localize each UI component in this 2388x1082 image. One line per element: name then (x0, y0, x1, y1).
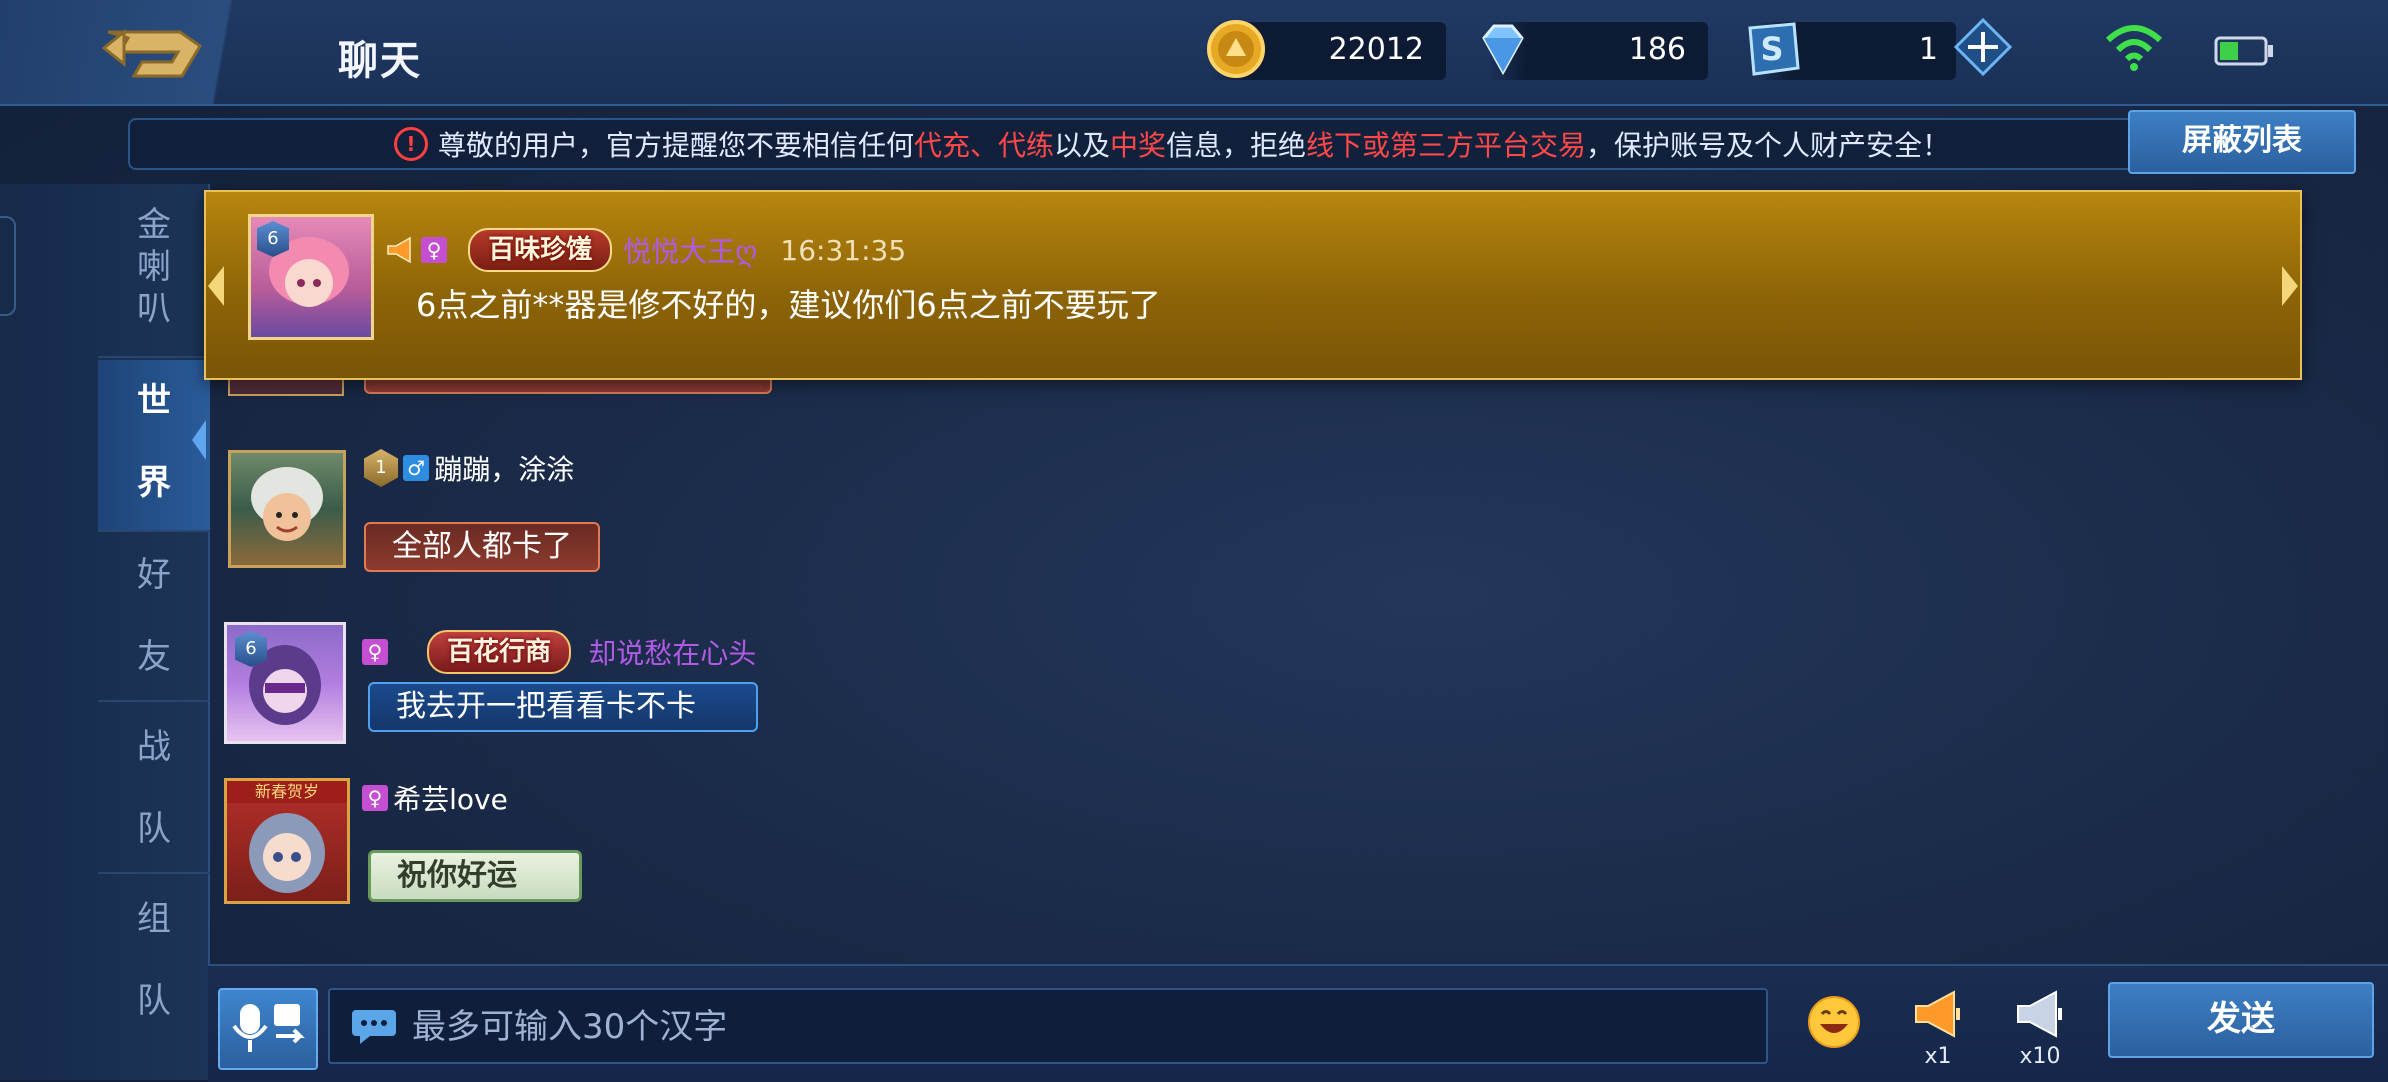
tab-label: 友 (137, 637, 171, 677)
message-bubble: 我去开一把看看卡不卡 (368, 682, 758, 732)
notice-text: ，保护账号及个人财产安全！ (1586, 129, 1951, 162)
notice-text: 以及 (1053, 129, 1110, 162)
tab-label: 金 (137, 205, 171, 245)
ticket-amount: 1 (1918, 32, 1938, 67)
notice-highlight: 线下或第三方平台交易 (1306, 129, 1587, 162)
popup-header: ♀ 百味珍馐 悦悦大王ღ 16:31:35 (386, 228, 906, 272)
notice-highlight: 中奖 (1109, 129, 1166, 162)
avatar[interactable]: 新春贺岁 (224, 778, 350, 904)
chevron-left-icon (192, 420, 206, 460)
message-time: 16:31:35 (780, 233, 907, 267)
tab-label: 战 (137, 727, 171, 767)
gender-female-icon: ♀ (362, 639, 388, 665)
tab-gold-horn[interactable]: 金 喇 叭 (98, 190, 210, 358)
message-bubble: 全部人都卡了 (364, 522, 600, 572)
warning-icon: ! (393, 127, 428, 161)
tab-friends[interactable]: 好 友 (98, 534, 210, 702)
avatar[interactable] (228, 450, 346, 568)
gender-female-icon: ♀ (421, 237, 448, 263)
avatar[interactable]: 6 (224, 622, 346, 744)
username[interactable]: 却说愁在心头 (588, 637, 756, 670)
svg-text:S: S (1760, 30, 1783, 68)
gold-horn-icon (1915, 990, 1960, 1038)
battery-icon (2214, 36, 2273, 66)
horn-icon (387, 236, 411, 264)
chat-message: 6 ♀ 百花行商 却说愁在心头 我去开一把看看卡不卡 (222, 620, 1122, 750)
gold-horn-popup[interactable]: 6 ♀ 百味珍馐 悦悦大王ღ 16:31:35 6点之前**器是修不好的，建议你… (204, 190, 2302, 380)
message-bubble: 祝你好运 (368, 850, 582, 902)
chevron-left-icon (208, 266, 224, 306)
tab-team[interactable]: 战 队 (98, 706, 210, 874)
send-button[interactable]: 发送 (2108, 982, 2374, 1058)
smiley-icon (1808, 996, 1860, 1048)
back-arrow-icon (101, 28, 203, 78)
silver-horn-icon (2017, 990, 2062, 1038)
message-header: ♀ 希芸love (362, 778, 508, 818)
title-badge: 百味珍馐 (468, 228, 613, 272)
chat-bubble-icon (352, 1010, 396, 1044)
ticket-icon: S (1748, 22, 1800, 76)
diamond-amount: 186 (1628, 32, 1686, 67)
block-list-button[interactable]: 屏蔽列表 (2128, 110, 2356, 174)
emoji-button[interactable] (1806, 994, 1862, 1050)
username[interactable]: 蹦蹦，涂涂 (434, 453, 574, 486)
wifi-icon (2105, 25, 2163, 71)
tab-label: 叭 (137, 289, 171, 329)
back-button[interactable] (0, 0, 310, 104)
hero-portrait-icon (251, 467, 323, 541)
gold-coin-icon (1207, 20, 1265, 78)
microphone-icon (232, 1004, 305, 1052)
avatar-frame-label: 新春贺岁 (227, 781, 347, 803)
tab-label: 喇 (137, 247, 171, 287)
gold-amount: 22012 (1328, 32, 1424, 67)
diamond-icon (1482, 24, 1524, 76)
large-horn-button[interactable]: x10 (2008, 988, 2072, 1076)
chevron-right-icon (2282, 266, 2298, 306)
level-badge: 6 (235, 631, 267, 667)
small-horn-button[interactable]: x1 (1908, 988, 1968, 1076)
chat-message: 1 ♂ 蹦蹦，涂涂 全部人都卡了 (224, 444, 1124, 574)
add-ticket-button[interactable] (1953, 17, 2013, 77)
notice-text: 信息，拒绝 (1166, 129, 1307, 162)
title-badge: 百花行商 (427, 630, 572, 674)
tab-label: 好 (137, 555, 171, 595)
gender-female-icon: ♀ (362, 785, 388, 811)
side-handle[interactable] (0, 216, 16, 316)
notice-highlight: 代充、代练 (913, 129, 1054, 162)
username[interactable]: 悦悦大王ღ (623, 235, 757, 268)
voice-input-button[interactable] (218, 988, 318, 1070)
chat-input[interactable] (410, 990, 1754, 1064)
tab-label: 队 (137, 981, 171, 1021)
notice-text: 尊敬的用户，官方提醒您不要相信任何 (437, 129, 914, 162)
level-badge: 6 (257, 221, 289, 257)
rank-badge: 1 (364, 449, 398, 487)
small-horn-count: x1 (1924, 1044, 1952, 1069)
message-header: ♀ 百花行商 却说愁在心头 (362, 630, 756, 674)
tab-label: 组 (137, 899, 171, 939)
tab-party[interactable]: 组 队 (98, 878, 210, 1044)
message-header: 1 ♂ 蹦蹦，涂涂 (364, 448, 574, 488)
avatar[interactable]: 6 (248, 214, 374, 340)
chat-input-box[interactable] (328, 988, 1768, 1064)
safety-notice: ! 尊敬的用户，官方提醒您不要相信任何 代充、代练 以及 中奖 信息，拒绝 线下或第三方平… (128, 118, 2216, 170)
username[interactable]: 希芸love (393, 783, 508, 816)
chat-message: 新春贺岁 ♀ 希芸love 祝你好运 (222, 776, 1122, 916)
large-horn-count: x10 (2019, 1044, 2061, 1069)
tab-label: 队 (137, 809, 171, 849)
plus-icon (1953, 17, 2013, 77)
page-title: 聊天 (338, 38, 422, 84)
gender-male-icon: ♂ (403, 455, 430, 481)
popup-message-text: 6点之前**器是修不好的，建议你们6点之前不要玩了 (416, 286, 1161, 324)
